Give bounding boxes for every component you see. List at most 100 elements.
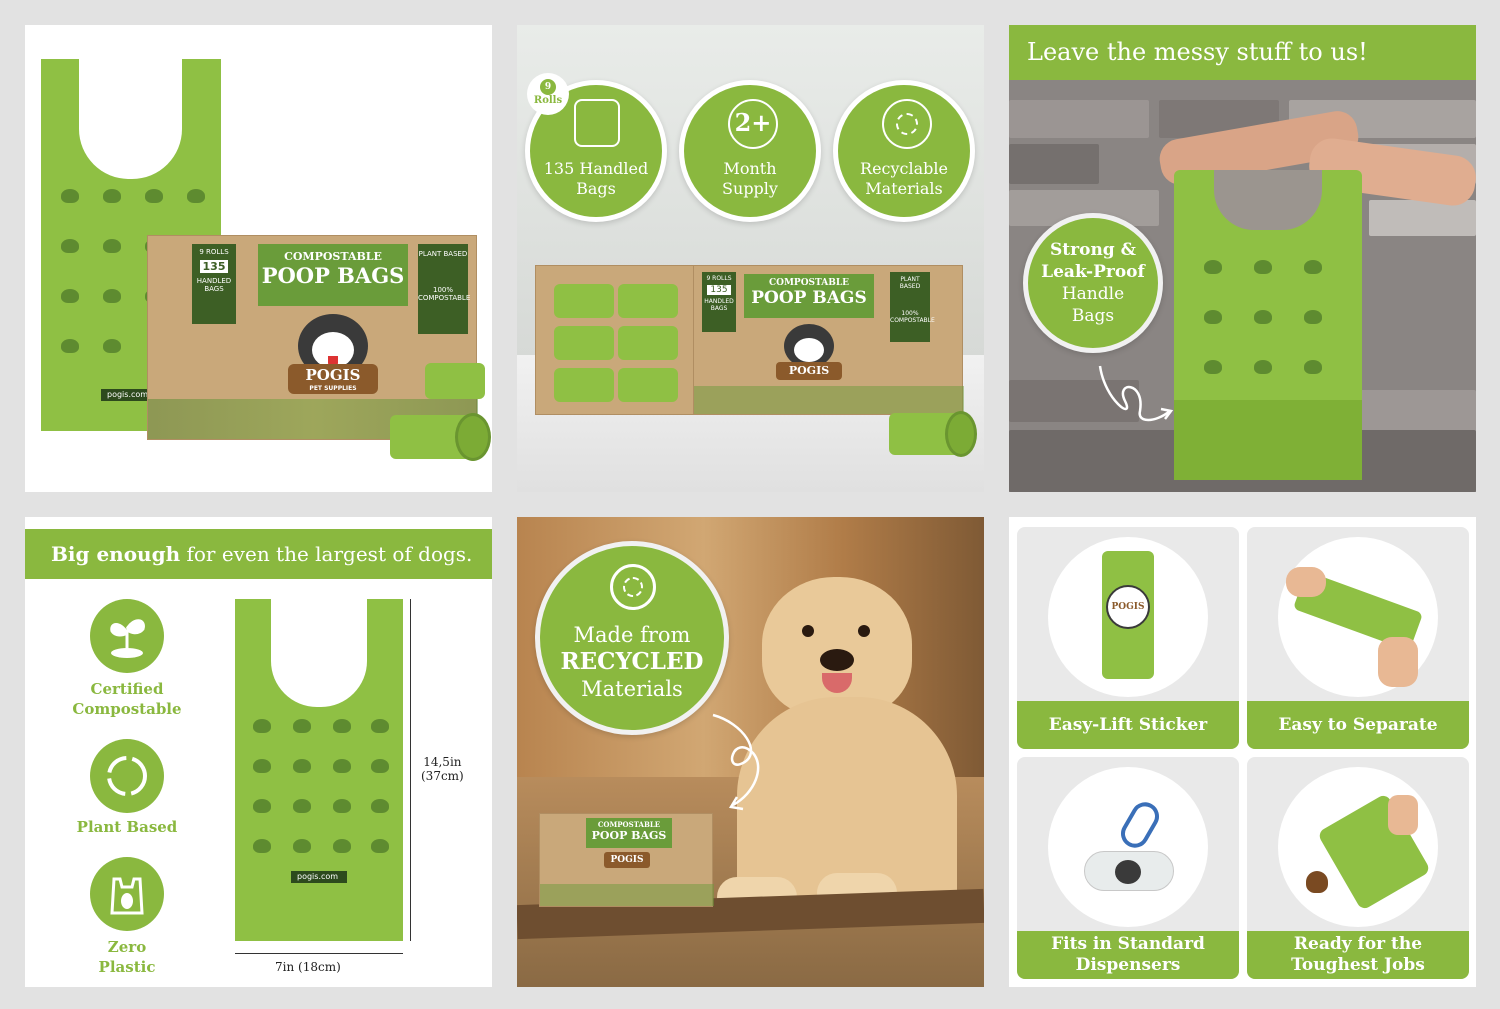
poop-icon [1306,871,1328,893]
tile-photo-circle [1278,767,1438,927]
fits-line1: Fits in Standard [1051,934,1205,954]
sleeve-plant-based: PLANT BASED [899,276,921,290]
roll-front-end [945,411,977,457]
tile-easy-lift-sticker: POGIS Easy-Lift Sticker [1017,527,1239,749]
hand [1388,795,1418,835]
toughest-jobs-label: Ready for the Toughest Jobs [1247,931,1469,979]
feature-certified-line1: Certified [90,680,164,698]
curly-arrow-icon [712,713,760,811]
badge-month-line2: Supply [722,179,778,198]
small-box-top: COMPOSTABLE [597,820,661,829]
rolls-count-badge: 9 Rolls [527,73,569,115]
tile-photo-circle [1278,537,1438,697]
brand-subtitle: PET SUPPLIES [309,385,357,392]
product-box: COMPOSTABLE POOP BAGS 9 ROLLS 135 HANDLE… [147,235,478,440]
bag-handle-cutout [79,59,182,179]
tile-fits-dispensers: Fits in Standard Dispensers [1017,757,1239,979]
feature-zero-plastic: Zero Plastic [47,937,207,977]
two-plus-icon: 2+ [728,99,778,149]
height-cm: (37cm) [421,769,464,783]
box-plant-based: PLANT BASED [418,250,468,258]
supply-panel: 135 Handled Bags 9 Rolls 2+ Month Supply… [517,25,984,492]
small-product-box: COMPOSTABLE POOP BAGS POGIS [539,813,714,907]
small-box-main: POOP BAGS [591,829,667,842]
roll-standing [425,363,485,399]
recycle-leaves-icon [610,564,656,610]
feature-plant-based: Plant Based [76,818,178,836]
sleeve-rolls: 9 ROLLS [706,275,732,282]
hand-left [1286,567,1326,597]
size-panel: Big enough for even the largest of dogs.… [25,517,492,987]
materials-text: Materials [581,677,683,701]
box-count: 135 [200,260,228,273]
rolls-badge-number: 9 [540,79,556,95]
roll-end [455,413,491,461]
sleeve-top-label: COMPOSTABLE [768,278,850,288]
box-rolls: 9 ROLLS [199,248,229,256]
badge-recyclable-line2: Materials [865,179,943,198]
recycled-materials-panel: COMPOSTABLE POOP BAGS POGIS Made from RE… [517,517,984,987]
hand-right [1378,637,1418,687]
badge-handled-line2: Bags [576,179,616,198]
recycle-leaf-icon [90,739,164,813]
recycled-badge: Made from RECYCLED Materials [535,541,729,735]
box-compostable: 100% COMPOSTABLE [418,286,471,302]
tile-photo-circle: POGIS [1048,537,1208,697]
heading-bold: Big enough [51,542,181,566]
height-label: 14,5in (37cm) [421,755,464,783]
badge-leak-proof: Leak-Proof [1041,262,1145,282]
box-sleeve: COMPOSTABLE POOP BAGS 9 ROLLS 135 HANDLE… [693,265,964,415]
box-top-label: COMPOSTABLE [284,250,382,263]
plastic-free-bag-icon [90,857,164,931]
feature-zero-line1: Zero [107,938,147,956]
badge-handle: Handle [1061,284,1125,304]
sleeve-count-label: HANDLED BAGS [704,298,734,312]
strong-leak-proof-badge: Strong & Leak-Proof Handle Bags [1023,213,1163,353]
messy-stuff-heading: Leave the messy stuff to us! [1009,25,1476,80]
bag-size-diagram: pogis.com [235,599,403,941]
recycle-icon [882,99,932,149]
big-enough-heading: Big enough for even the largest of dogs. [25,529,492,579]
sleeve-count-panel: 9 ROLLS 135 HANDLED BAGS [702,272,736,332]
badge-bags: Bags [1071,306,1115,326]
features-grid-panel: POGIS Easy-Lift Sticker Easy to Separate… [1009,517,1476,987]
small-box-label: COMPOSTABLE POOP BAGS [586,818,672,848]
bone-dispenser [1084,851,1174,891]
sleeve-brand: POGIS [776,362,842,380]
tile-photo-circle [1048,767,1208,927]
feature-certified-line2: Compostable [72,700,182,718]
sleeve-claims-panel: PLANT BASED 100% COMPOSTABLE [890,272,935,342]
sprout-icon [90,599,164,673]
tile-toughest-jobs: Ready for the Toughest Jobs [1247,757,1469,979]
carabiner-clip [1115,797,1165,853]
box-main-label: POOP BAGS [261,263,405,288]
badge-handled-line1: 135 Handled [543,159,649,178]
box-count-panel: 9 ROLLS 135 HANDLED BAGS [192,244,236,324]
fits-dispensers-label: Fits in Standard Dispensers [1017,931,1239,979]
sleeve-main-label: POOP BAGS [751,288,867,308]
badge-recyclable: Recyclable Materials [833,80,975,222]
width-label: 7in (18cm) [275,960,341,974]
handle-bags-panel: Leave the messy stuff to us! Strong & Le… [1009,25,1476,492]
recycled-text: RECYCLED [560,648,704,675]
ready-line2: Toughest Jobs [1291,955,1425,975]
made-from-text: Made from [573,623,691,647]
badge-month-line1: Month [723,159,777,178]
brand-sticker: POGIS [1106,585,1150,629]
held-bag [1174,170,1362,480]
ready-line1: Ready for the [1293,934,1423,954]
width-dimension-line [235,953,403,954]
box-label: COMPOSTABLE POOP BAGS [258,244,408,306]
feature-certified-compostable: Certified Compostable [47,679,207,719]
height-inches: 14,5in [423,755,462,769]
box-count-label: HANDLED BAGS [196,277,232,293]
height-dimension-line [410,599,411,941]
sleeve-count: 135 [707,285,731,295]
product-box-panel: pogis.com COMPOSTABLE POOP BAGS 9 ROLLS … [25,25,492,492]
tile-easy-to-separate: Easy to Separate [1247,527,1469,749]
brand-logo: POGIS PET SUPPLIES [288,364,378,394]
sleeve-compostable: 100% COMPOSTABLE [890,310,935,324]
badge-recyclable-line1: Recyclable [860,159,948,178]
small-box-brand: POGIS [604,852,650,868]
box-claims-panel: PLANT BASED 100% COMPOSTABLE [418,244,471,334]
